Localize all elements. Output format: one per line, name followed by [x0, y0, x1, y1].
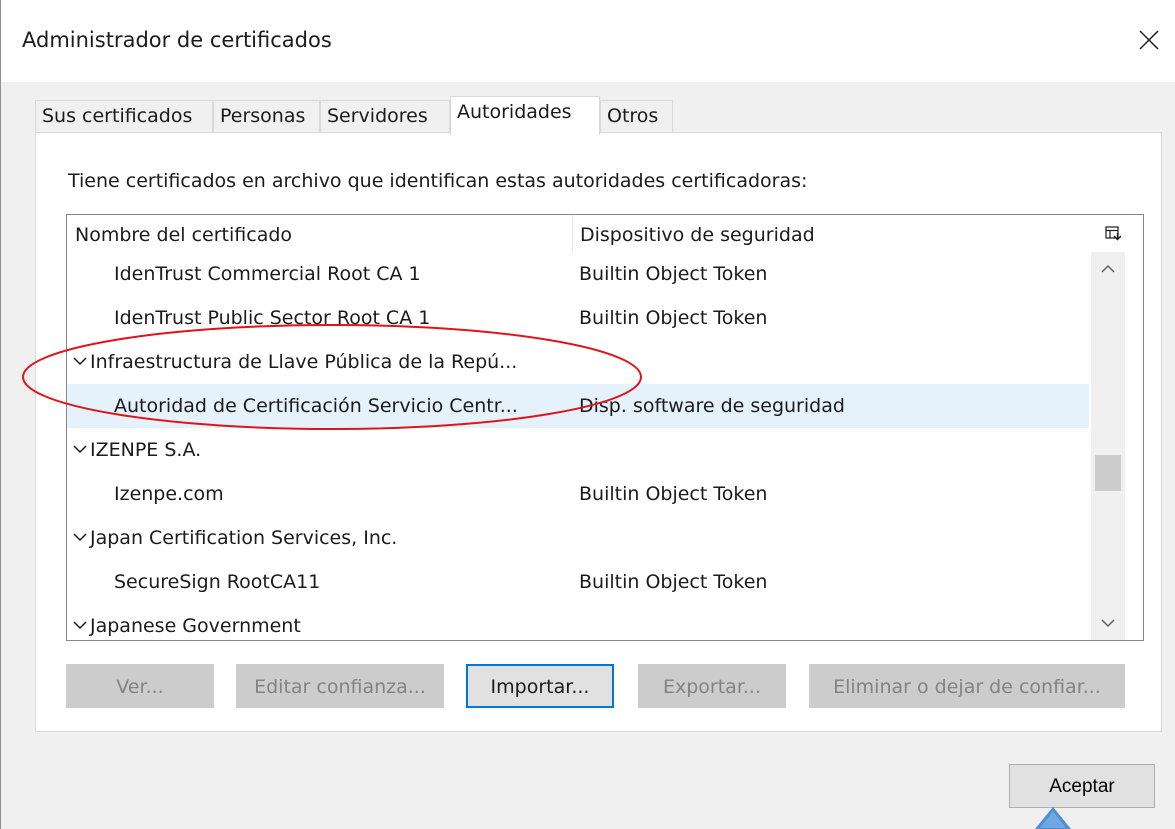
vertical-scrollbar[interactable]: [1091, 252, 1125, 640]
export-button[interactable]: Exportar...: [638, 664, 786, 708]
window-title: Administrador de certificados: [22, 28, 332, 52]
tab-label: Servidores: [327, 105, 428, 127]
certificate-manager-dialog: Administrador de certificados Sus certif…: [0, 0, 1175, 829]
group-name: Japan Certification Services, Inc.: [90, 527, 398, 549]
certificate-name: Autoridad de Certificación Servicio Cent…: [114, 395, 518, 417]
scroll-down-button[interactable]: [1091, 606, 1125, 640]
tab-authorities[interactable]: Autoridades: [450, 96, 600, 135]
import-button[interactable]: Importar...: [466, 664, 614, 708]
chevron-down-icon[interactable]: [73, 356, 87, 366]
tab-label: Otros: [607, 105, 659, 127]
chevron-down-icon[interactable]: [73, 444, 87, 454]
column-picker-icon[interactable]: [1105, 226, 1121, 242]
view-button[interactable]: Ver...: [66, 664, 214, 708]
title-bar: Administrador de certificados: [1, 0, 1175, 82]
security-device: Builtin Object Token: [579, 571, 768, 593]
tab-people[interactable]: Personas: [213, 100, 320, 133]
certificate-name: IdenTrust Public Sector Root CA 1: [114, 307, 431, 329]
column-header-device[interactable]: Dispositivo de seguridad: [572, 215, 1072, 251]
certificate-name: SecureSign RootCA11: [114, 571, 321, 593]
chevron-down-icon[interactable]: [73, 620, 87, 630]
accept-button[interactable]: Aceptar: [1009, 764, 1155, 808]
group-name: IZENPE S.A.: [90, 439, 202, 461]
tree-row[interactable]: SecureSign RootCA11 Builtin Object Token: [67, 560, 1089, 604]
chevron-down-icon[interactable]: [73, 532, 87, 542]
group-name: Infraestructura de Llave Pública de la R…: [90, 351, 518, 373]
tree-group-row[interactable]: IZENPE S.A.: [67, 428, 1089, 472]
tree-row[interactable]: Izenpe.com Builtin Object Token: [67, 472, 1089, 516]
certificate-name: IdenTrust Commercial Root CA 1: [114, 263, 421, 285]
chevron-down-icon: [1101, 619, 1115, 628]
tab-label: Personas: [220, 105, 306, 127]
security-device: Builtin Object Token: [579, 483, 768, 505]
close-icon: [1139, 30, 1159, 50]
tab-servers[interactable]: Servidores: [320, 100, 450, 133]
close-button[interactable]: [1125, 18, 1173, 62]
tree-row-selected[interactable]: Autoridad de Certificación Servicio Cent…: [67, 384, 1089, 428]
scroll-up-button[interactable]: [1091, 252, 1125, 286]
security-device: Builtin Object Token: [579, 263, 768, 285]
tree-row[interactable]: IdenTrust Public Sector Root CA 1 Builti…: [67, 296, 1089, 340]
authorities-panel: Tiene certificados en archivo que identi…: [35, 132, 1162, 732]
certificate-name: Izenpe.com: [114, 483, 224, 505]
edit-trust-button[interactable]: Editar confianza...: [236, 664, 444, 708]
tab-your-certificates[interactable]: Sus certificados: [35, 100, 213, 133]
delete-or-distrust-button[interactable]: Eliminar o dejar de confiar...: [809, 664, 1125, 708]
tree-group-row[interactable]: Japan Certification Services, Inc.: [67, 516, 1089, 560]
scrollbar-thumb[interactable]: [1095, 455, 1121, 491]
pointer-arrow-icon: [1035, 807, 1071, 829]
group-name: Japanese Government: [90, 615, 301, 637]
tab-label: Sus certificados: [42, 105, 193, 127]
security-device: Disp. software de seguridad: [579, 395, 845, 417]
tree-group-row[interactable]: Japanese Government: [67, 604, 1089, 640]
tree-row[interactable]: IdenTrust Commercial Root CA 1 Builtin O…: [67, 252, 1089, 296]
panel-description: Tiene certificados en archivo que identi…: [68, 170, 808, 192]
tab-others[interactable]: Otros: [600, 100, 673, 133]
column-header-name[interactable]: Nombre del certificado: [67, 215, 572, 251]
tab-label: Autoridades: [457, 101, 572, 123]
chevron-up-icon: [1101, 264, 1115, 273]
certificate-tree[interactable]: Nombre del certificado Dispositivo de se…: [66, 214, 1144, 641]
security-device: Builtin Object Token: [579, 307, 768, 329]
tree-group-row[interactable]: Infraestructura de Llave Pública de la R…: [67, 340, 1089, 384]
